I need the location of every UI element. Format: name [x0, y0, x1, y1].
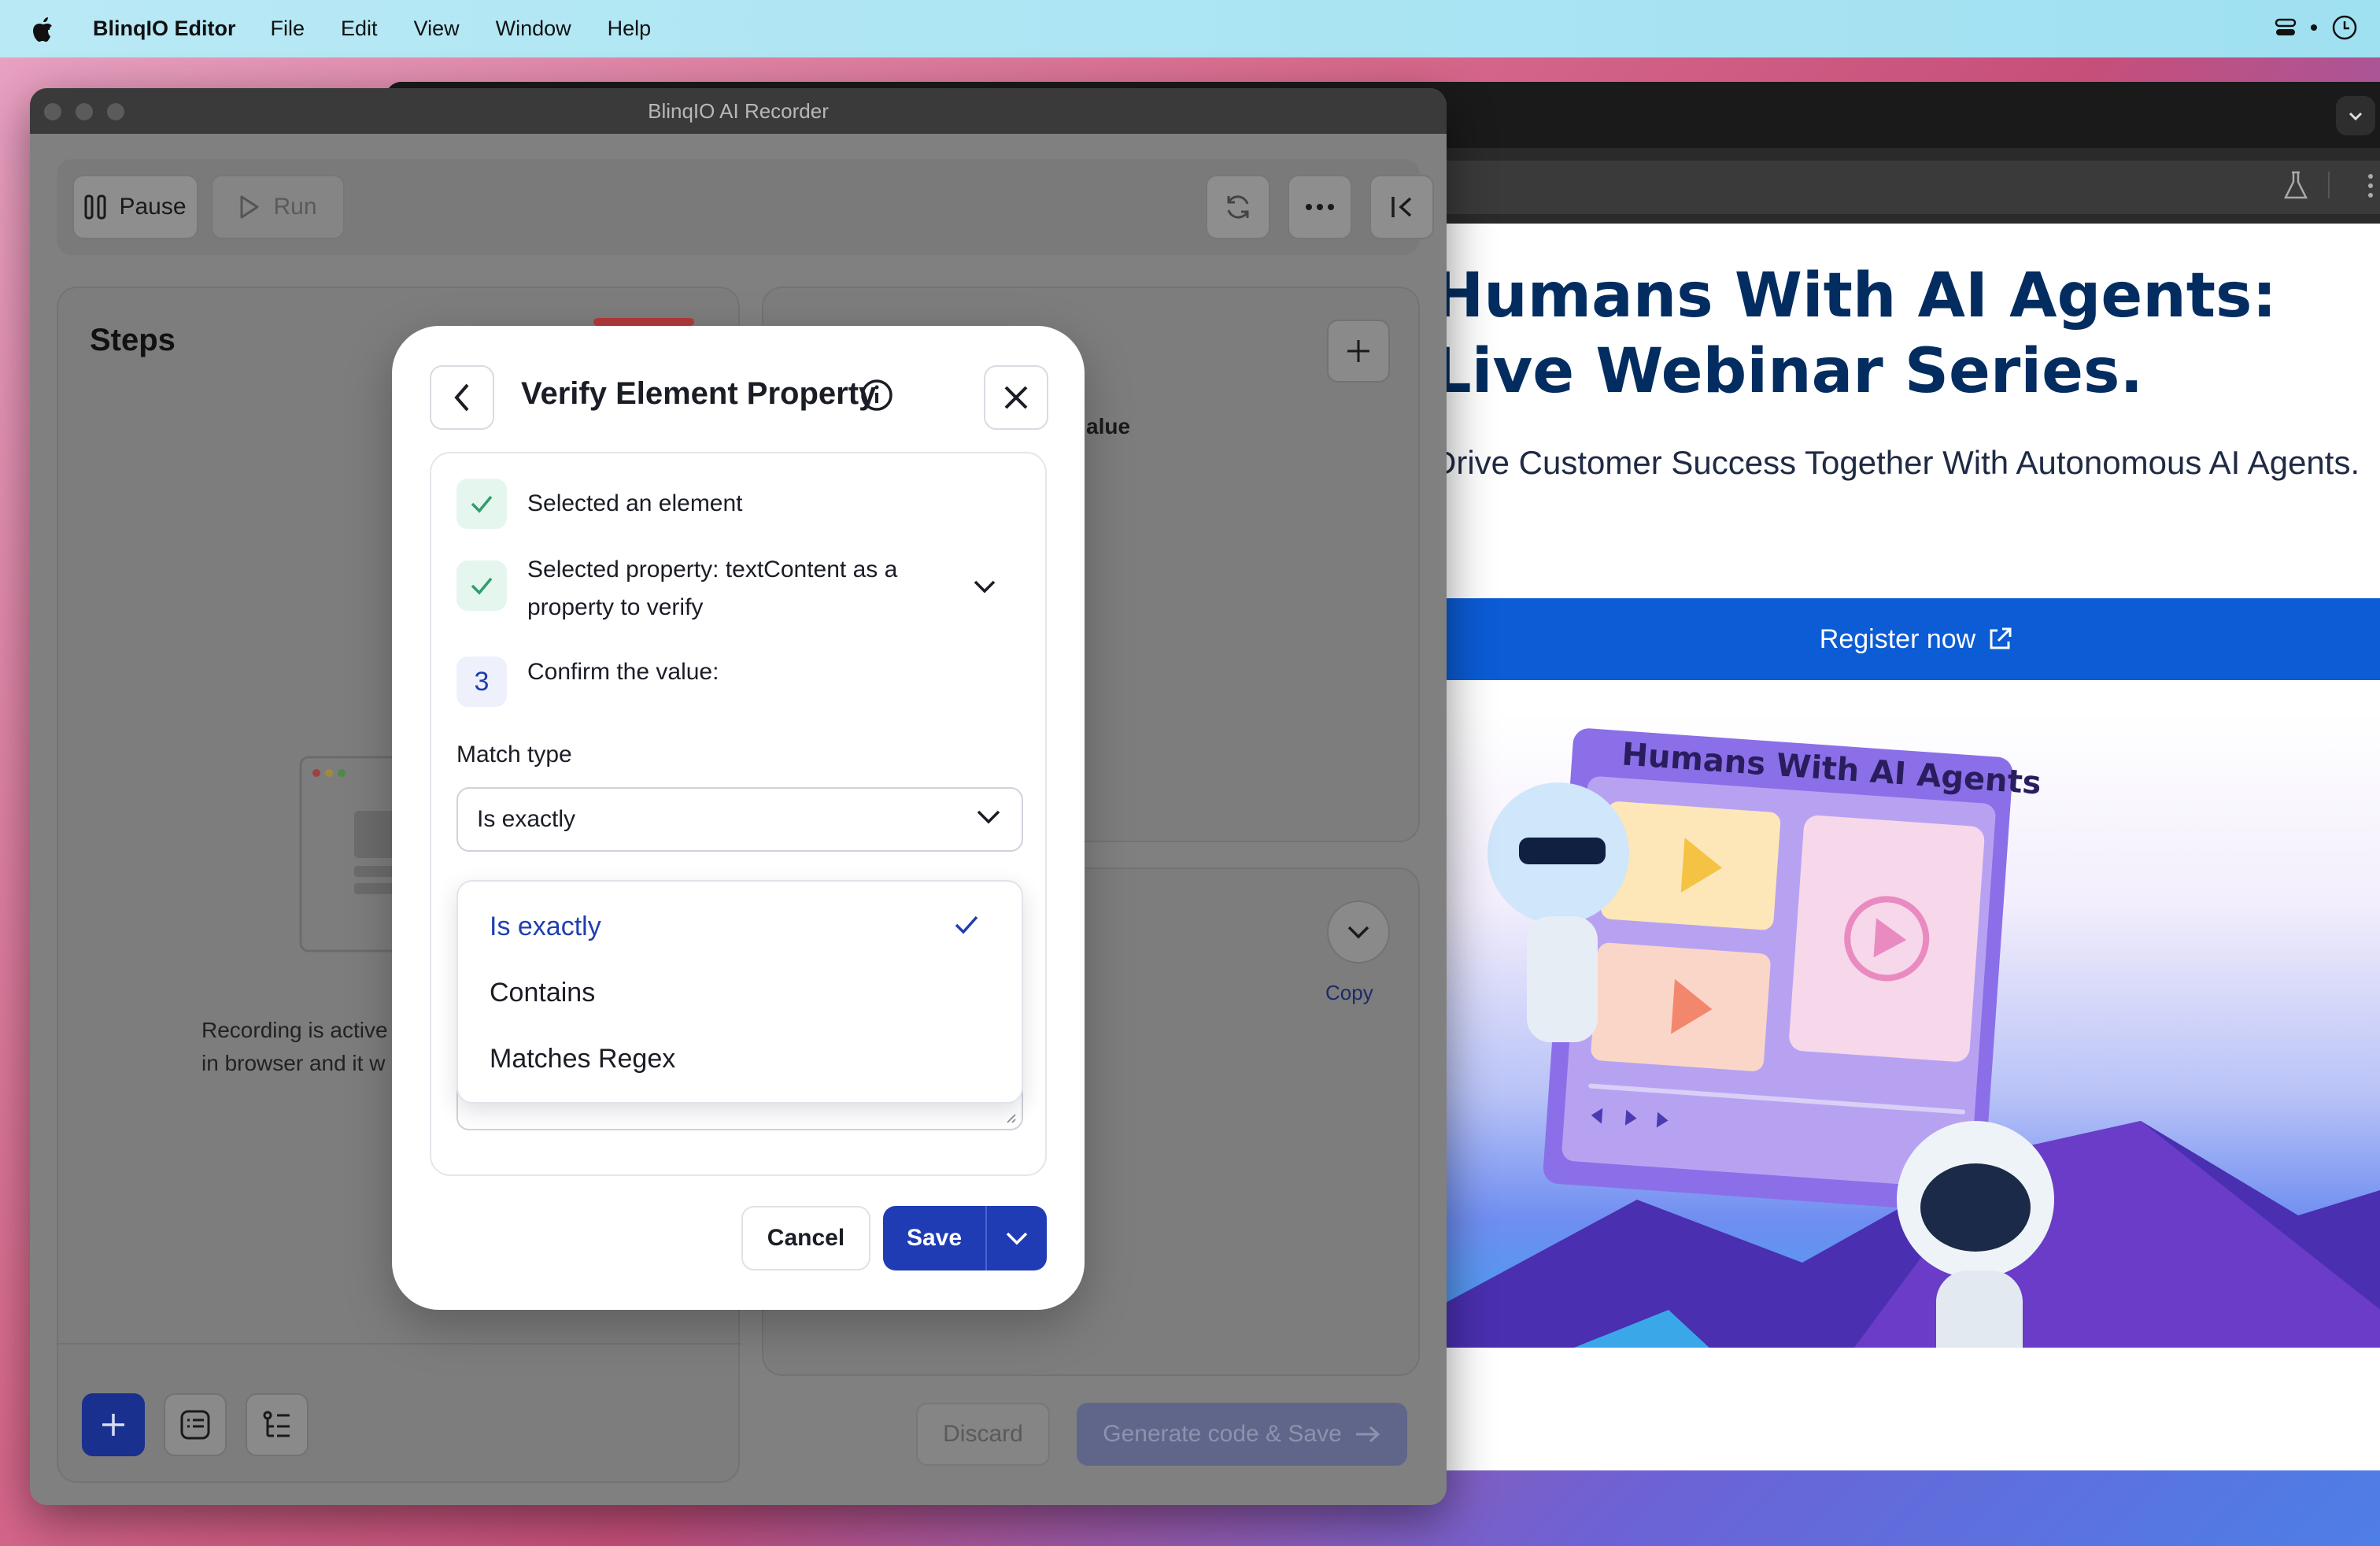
labs-flask-icon[interactable]	[2282, 170, 2309, 202]
arrow-right-icon	[1355, 1426, 1380, 1443]
run-button[interactable]: Run	[211, 175, 345, 239]
refresh-icon	[1227, 195, 1249, 219]
close-window-button[interactable]	[44, 103, 61, 120]
checklist-icon	[180, 1410, 210, 1440]
menu-window[interactable]: Window	[496, 17, 571, 41]
step-2-text: Selected property: textContent as a prop…	[527, 551, 897, 627]
expand-code-button[interactable]	[1327, 901, 1390, 963]
match-type-label: Match type	[456, 742, 572, 767]
step-2-line-1: Selected property: textContent as a	[527, 557, 898, 583]
clock-icon[interactable]	[2331, 14, 2358, 41]
step-2-line-2: property to verify	[527, 594, 704, 620]
option-matches-regex[interactable]: Matches Regex	[490, 1044, 675, 1074]
info-icon[interactable]	[859, 378, 894, 412]
recorder-toolbar: Pause Run	[57, 159, 1434, 255]
list-tree-icon	[263, 1411, 290, 1437]
step-selected-element: Selected an element	[456, 479, 743, 529]
more-options-button[interactable]	[1288, 175, 1352, 239]
external-link-icon	[1990, 627, 2012, 649]
steps-badge	[593, 318, 694, 326]
verify-element-property-dialog: Verify Element Property Selected an elem…	[392, 326, 1085, 1310]
match-type-dropdown: Is exactly Contains Matches Regex	[456, 880, 1023, 1104]
option-is-exactly[interactable]: Is exactly	[490, 912, 601, 942]
checkmark-icon	[955, 915, 978, 934]
steps-footer-divider	[58, 1343, 741, 1344]
collapse-panel-button[interactable]	[1369, 175, 1434, 239]
property-value-fragment: alue	[1086, 414, 1131, 438]
match-type-select[interactable]: Is exactly	[456, 787, 1023, 852]
step-list-button[interactable]	[246, 1393, 309, 1456]
dialog-title: Verify Element Property	[521, 376, 877, 411]
step-3-text: Confirm the value:	[527, 659, 719, 685]
pause-icon	[84, 194, 106, 220]
checkmark-icon	[471, 577, 493, 595]
dot-icon	[2311, 24, 2317, 31]
step-confirm-value: 3 Confirm the value:	[456, 656, 719, 707]
chevron-down-icon	[1347, 926, 1369, 939]
menu-bar: BlinqIO Editor File Edit View Window Hel…	[0, 0, 2380, 57]
step-complete-badge	[456, 479, 507, 529]
hero-illustration: Humans With AI Agents	[1432, 712, 2380, 1348]
add-property-button[interactable]	[1327, 320, 1390, 383]
refresh-button[interactable]	[1206, 175, 1270, 239]
plus-icon	[102, 1414, 124, 1436]
hero-artwork	[1432, 728, 2380, 1348]
resize-handle-icon[interactable]	[1004, 1111, 1017, 1124]
save-button[interactable]: Save	[883, 1206, 985, 1270]
save-options-button[interactable]	[987, 1206, 1047, 1270]
browser-menu-icon[interactable]	[2366, 170, 2375, 202]
step-number-badge: 3	[456, 656, 507, 707]
apple-logo-icon[interactable]	[31, 16, 54, 43]
dialog-steps-card: Selected an element Selected property: t…	[430, 452, 1047, 1176]
add-step-button[interactable]	[82, 1393, 145, 1456]
minimize-window-button[interactable]	[76, 103, 93, 120]
menu-app-name[interactable]: BlinqIO Editor	[93, 17, 236, 41]
plus-icon	[1347, 340, 1369, 362]
generate-label: Generate code & Save	[1103, 1421, 1342, 1447]
menu-view[interactable]: View	[414, 17, 460, 41]
checklist-button[interactable]	[164, 1393, 227, 1456]
checkmark-icon	[471, 495, 493, 513]
back-button[interactable]	[430, 365, 494, 430]
run-label: Run	[273, 194, 317, 220]
collapse-left-icon	[1391, 197, 1412, 217]
recorder-titlebar: BlinqIO AI Recorder	[30, 88, 1447, 134]
zoom-window-button[interactable]	[107, 103, 124, 120]
step-1-text: Selected an element	[527, 490, 743, 516]
chevron-left-icon	[454, 383, 469, 412]
menu-help[interactable]: Help	[608, 17, 652, 41]
chevron-down-icon	[977, 810, 1000, 824]
chevron-down-icon	[1006, 1232, 1028, 1245]
copy-link[interactable]: Copy	[1325, 981, 1373, 1005]
register-now-label: Register now	[1819, 623, 1976, 654]
webpage-subtitle: Drive Customer Success Together With Aut…	[1432, 444, 2360, 481]
pause-button[interactable]: Pause	[72, 175, 198, 239]
menu-file[interactable]: File	[271, 17, 305, 41]
menu-edit[interactable]: Edit	[341, 17, 378, 41]
menubar-status-area	[2275, 14, 2358, 41]
generate-code-save-button[interactable]: Generate code & Save	[1077, 1403, 1407, 1466]
recorder-window-title: BlinqIO AI Recorder	[648, 98, 829, 123]
step-selected-property[interactable]: Selected property: textContent as a prop…	[456, 551, 1023, 627]
save-split-button: Save	[883, 1206, 1047, 1270]
tab-search-icon[interactable]	[2336, 96, 2375, 135]
toolbar-divider	[2328, 172, 2330, 198]
play-icon	[240, 195, 259, 219]
option-contains[interactable]: Contains	[490, 978, 595, 1008]
control-center-icon[interactable]	[2275, 17, 2297, 39]
match-type-value: Is exactly	[477, 806, 576, 832]
cancel-button[interactable]: Cancel	[741, 1206, 870, 1270]
steps-title: Steps	[90, 323, 176, 357]
pause-label: Pause	[119, 194, 187, 220]
register-now-button[interactable]: Register now	[1432, 598, 2380, 680]
close-icon	[1004, 386, 1028, 409]
discard-button[interactable]: Discard	[916, 1403, 1050, 1466]
webpage-heading: Humans With AI Agents: Live Webinar Seri…	[1432, 261, 2277, 407]
more-horizontal-icon	[1306, 204, 1334, 210]
window-controls	[44, 103, 124, 120]
step-complete-badge	[456, 560, 507, 611]
discard-label: Discard	[943, 1421, 1023, 1447]
chevron-down-icon[interactable]	[973, 579, 996, 594]
close-dialog-button[interactable]	[984, 365, 1048, 430]
